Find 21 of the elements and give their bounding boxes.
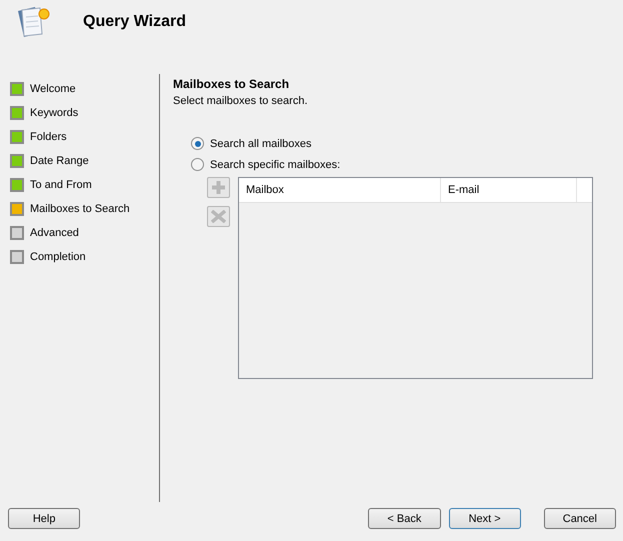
step-label: Advanced bbox=[30, 227, 79, 239]
step-label: Folders bbox=[30, 131, 67, 143]
page-description: Select mailboxes to search. bbox=[173, 95, 309, 107]
x-icon bbox=[211, 210, 226, 223]
step-label: Completion bbox=[30, 251, 86, 263]
next-button[interactable]: Next > bbox=[448, 508, 521, 529]
step-label: Welcome bbox=[30, 83, 76, 95]
step-label: Mailboxes to Search bbox=[30, 203, 130, 215]
radio-label[interactable]: Search all mailboxes bbox=[210, 138, 312, 150]
page-heading: Mailboxes to Search bbox=[173, 77, 290, 91]
radio-button[interactable] bbox=[191, 158, 204, 171]
help-button[interactable]: Help bbox=[8, 508, 80, 529]
window-title: Query Wizard bbox=[83, 13, 186, 31]
plus-icon bbox=[212, 181, 225, 194]
radio-label[interactable]: Search specific mailboxes: bbox=[210, 158, 340, 170]
cancel-button[interactable]: Cancel bbox=[544, 508, 616, 529]
back-button[interactable]: < Back bbox=[368, 508, 440, 529]
radio-button[interactable] bbox=[191, 137, 204, 150]
step-label: Date Range bbox=[30, 155, 89, 167]
step-label: To and From bbox=[30, 179, 92, 191]
step-label: Keywords bbox=[30, 107, 78, 119]
